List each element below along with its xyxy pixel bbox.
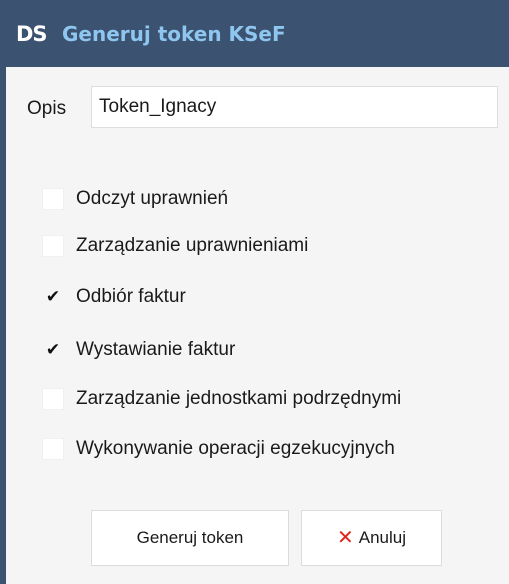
checkbox-box[interactable] [42,235,64,257]
checkbox-zarzadzanie-uprawnieniami[interactable]: Zarządzanie uprawnieniami [42,233,509,261]
checkbox-odczyt-uprawnien[interactable]: Odczyt uprawnień [42,186,509,214]
checkbox-box[interactable] [42,438,64,460]
checkbox-label: Wystawianie faktur [76,339,236,360]
checkbox-checked-icon[interactable]: ✔ [42,339,64,361]
checkbox-label: Odbiór faktur [76,286,186,307]
description-label: Opis [27,98,67,119]
checkbox-box[interactable] [42,388,64,410]
generate-token-dialog: DS Generuj token KSeF Opis Odczyt uprawn… [0,0,509,584]
checkbox-zarzadzanie-jednostkami[interactable]: Zarządzanie jednostkami podrzędnymi [42,386,509,414]
title-bar: DS Generuj token KSeF [0,0,509,67]
generate-token-button[interactable]: Generuj token [91,510,289,566]
app-logo: DS [16,22,48,46]
generate-token-label: Generuj token [136,528,244,547]
checkbox-odbior-faktur[interactable]: ✔ Odbiór faktur [42,284,509,312]
cancel-label: Anuluj [358,528,407,547]
checkbox-wystawianie-faktur[interactable]: ✔ Wystawianie faktur [42,337,509,365]
checkbox-operacje-egzekucyjne[interactable]: Wykonywanie operacji egzekucyjnych [42,436,509,464]
checkbox-checked-icon[interactable]: ✔ [42,286,64,308]
checkbox-label: Zarządzanie jednostkami podrzędnymi [76,388,402,409]
description-input[interactable] [91,86,498,128]
cancel-button[interactable]: ✕ Anuluj [301,510,442,566]
close-icon: ✕ [336,527,354,549]
checkbox-label: Zarządzanie uprawnieniami [76,235,309,256]
checkbox-label: Odczyt uprawnień [76,188,229,209]
checkbox-box[interactable] [42,188,64,210]
checkbox-label: Wykonywanie operacji egzekucyjnych [76,438,395,459]
dialog-title: Generuj token KSeF [62,22,286,46]
